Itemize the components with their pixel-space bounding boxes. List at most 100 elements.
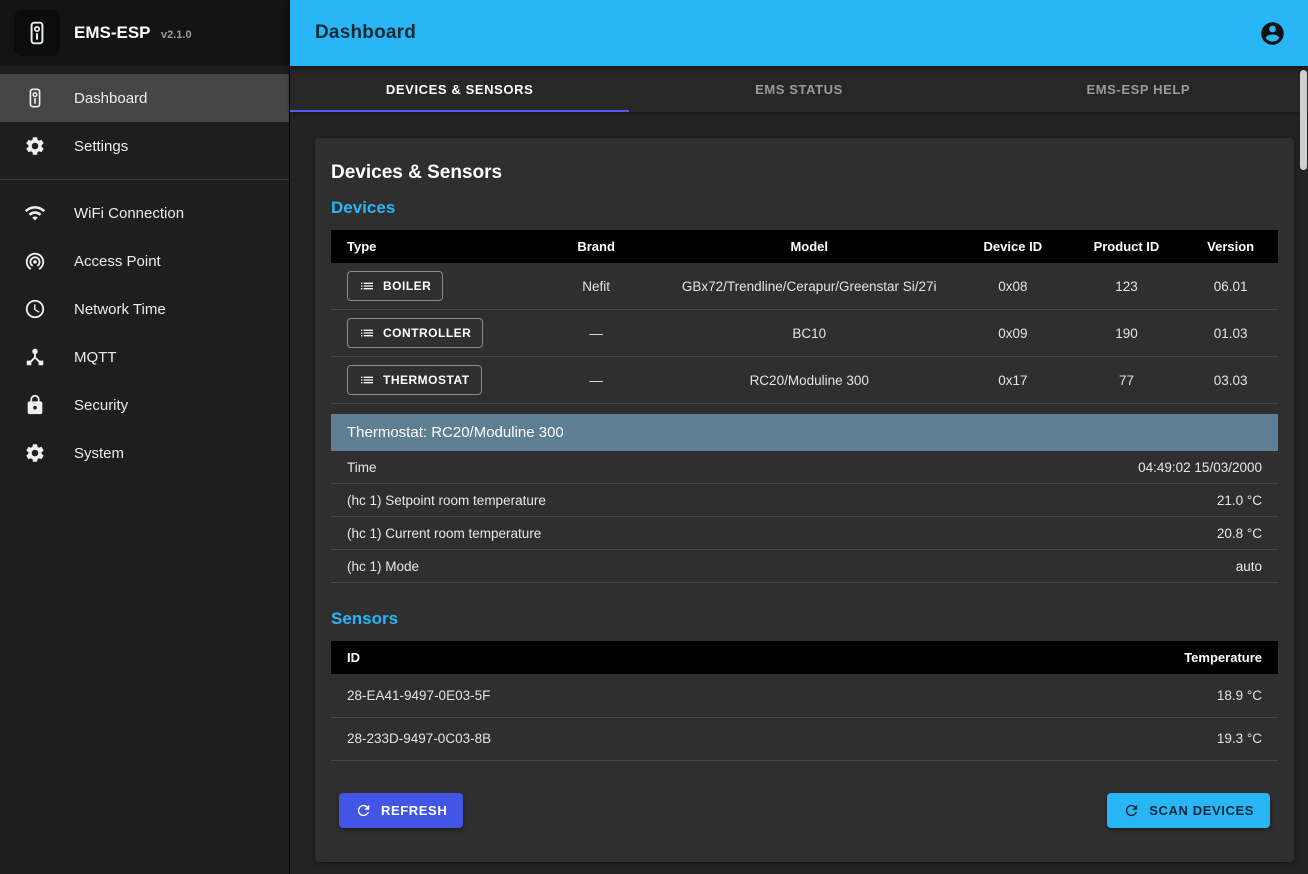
sidebar-item-dashboard[interactable]: Dashboard: [0, 74, 289, 122]
sidebar-item-label: WiFi Connection: [74, 205, 184, 222]
thermostat-button[interactable]: THERMOSTAT: [347, 365, 482, 395]
device-type-label: THERMOSTAT: [383, 373, 470, 387]
list-icon: [359, 372, 375, 388]
card-actions: REFRESH SCAN DEVICES: [331, 793, 1278, 828]
col-brand: Brand: [530, 230, 663, 263]
cell-brand: —: [530, 310, 663, 357]
sidebar-item-security[interactable]: Security: [0, 381, 289, 429]
access-point-icon: [24, 250, 46, 272]
sidebar-item-label: Dashboard: [74, 90, 147, 107]
tab-ems-esp-help[interactable]: EMS-ESP HELP: [969, 66, 1308, 112]
refresh-button-label: REFRESH: [381, 803, 447, 818]
sidebar-item-label: System: [74, 445, 124, 462]
col-sensor-id: ID: [331, 641, 994, 674]
refresh-button[interactable]: REFRESH: [339, 793, 463, 828]
cell-version: 06.01: [1183, 263, 1278, 310]
table-row-thermostat[interactable]: THERMOSTAT — RC20/Moduline 300 0x17 77 0…: [331, 357, 1278, 404]
lock-icon: [24, 394, 46, 416]
detail-row-setpoint: (hc 1) Setpoint room temperature 21.0 °C: [331, 484, 1278, 517]
sensors-section-title: Sensors: [331, 609, 1278, 629]
col-type: Type: [331, 230, 530, 263]
scrollbar-thumb[interactable]: [1300, 70, 1307, 170]
gear-icon: [24, 442, 46, 464]
tab-ems-status[interactable]: EMS STATUS: [629, 66, 968, 112]
sidebar-item-label: Security: [74, 397, 128, 414]
thermostat-detail-list: Time 04:49:02 15/03/2000 (hc 1) Setpoint…: [331, 451, 1278, 583]
cell-brand: Nefit: [530, 263, 663, 310]
col-device-id: Device ID: [956, 230, 1070, 263]
sidebar-item-system[interactable]: System: [0, 429, 289, 477]
cell-product-id: 123: [1070, 263, 1184, 310]
col-version: Version: [1183, 230, 1278, 263]
content-area: Devices & Sensors Devices Type Brand Mod…: [290, 112, 1308, 874]
detail-label: (hc 1) Current room temperature: [347, 526, 541, 541]
sidebar-item-label: Settings: [74, 138, 128, 155]
page-title: Dashboard: [315, 22, 416, 44]
sidebar-item-label: Network Time: [74, 301, 166, 318]
devices-table: Type Brand Model Device ID Product ID Ve…: [331, 230, 1278, 404]
devices-sensors-card: Devices & Sensors Devices Type Brand Mod…: [315, 138, 1294, 862]
sidebar-item-settings[interactable]: Settings: [0, 122, 289, 170]
sensors-table: ID Temperature 28-EA41-9497-0E03-5F 18.9…: [331, 641, 1278, 761]
cell-model: GBx72/Trendline/Cerapur/Greenstar Si/27i: [662, 263, 956, 310]
col-model: Model: [662, 230, 956, 263]
cell-product-id: 77: [1070, 357, 1184, 404]
cell-sensor-id: 28-EA41-9497-0E03-5F: [331, 674, 994, 717]
sensors-table-header: ID Temperature: [331, 641, 1278, 674]
gear-icon: [24, 135, 46, 157]
list-icon: [359, 278, 375, 294]
wifi-icon: [24, 202, 46, 224]
col-product-id: Product ID: [1070, 230, 1184, 263]
devices-table-header: Type Brand Model Device ID Product ID Ve…: [331, 230, 1278, 263]
col-temperature: Temperature: [994, 641, 1278, 674]
detail-label: Time: [347, 460, 377, 475]
app-logo: [14, 10, 60, 56]
sidebar-item-network-time[interactable]: Network Time: [0, 285, 289, 333]
cell-product-id: 190: [1070, 310, 1184, 357]
detail-row-current-temp: (hc 1) Current room temperature 20.8 °C: [331, 517, 1278, 550]
device-gadget-icon: [24, 87, 46, 109]
clock-icon: [24, 298, 46, 320]
sidebar-item-mqtt[interactable]: MQTT: [0, 333, 289, 381]
sidebar-item-wifi-connection[interactable]: WiFi Connection: [0, 189, 289, 237]
card-title: Devices & Sensors: [331, 162, 1278, 184]
table-row-sensor-1: 28-EA41-9497-0E03-5F 18.9 °C: [331, 674, 1278, 717]
table-row-boiler[interactable]: BOILER Nefit GBx72/Trendline/Cerapur/Gre…: [331, 263, 1278, 310]
device-type-label: CONTROLLER: [383, 326, 471, 340]
detail-value: auto: [1236, 559, 1262, 574]
cell-brand: —: [530, 357, 663, 404]
detail-label: (hc 1) Setpoint room temperature: [347, 493, 546, 508]
sidebar-item-label: MQTT: [74, 349, 117, 366]
table-row-sensor-2: 28-233D-9497-0C03-8B 19.3 °C: [331, 717, 1278, 760]
account-circle-icon: [1259, 20, 1286, 47]
boiler-button[interactable]: BOILER: [347, 271, 443, 301]
logo-strip: EMS-ESP v2.1.0: [0, 0, 289, 66]
sidebar-nav: Dashboard Settings WiFi Connection Acces…: [0, 66, 289, 477]
thermostat-detail-banner: Thermostat: RC20/Moduline 300: [331, 414, 1278, 451]
tab-devices-sensors[interactable]: DEVICES & SENSORS: [290, 66, 629, 112]
cell-device-id: 0x17: [956, 357, 1070, 404]
refresh-icon: [355, 802, 372, 819]
detail-row-time: Time 04:49:02 15/03/2000: [331, 451, 1278, 484]
app-title: EMS-ESP: [74, 23, 151, 42]
cell-device-id: 0x08: [956, 263, 1070, 310]
cell-version: 01.03: [1183, 310, 1278, 357]
app-bar: Dashboard: [290, 0, 1308, 66]
scan-devices-button[interactable]: SCAN DEVICES: [1107, 793, 1270, 828]
devices-section-title: Devices: [331, 198, 1278, 218]
tab-bar: DEVICES & SENSORS EMS STATUS EMS-ESP HEL…: [290, 66, 1308, 112]
account-button[interactable]: [1252, 13, 1292, 53]
table-row-controller[interactable]: CONTROLLER — BC10 0x09 190 01.03: [331, 310, 1278, 357]
sidebar-divider: [0, 179, 289, 180]
main-area: Dashboard DEVICES & SENSORS EMS STATUS E…: [290, 0, 1308, 874]
detail-value: 04:49:02 15/03/2000: [1138, 460, 1262, 475]
app-version: v2.1.0: [161, 29, 192, 41]
cell-model: BC10: [662, 310, 956, 357]
controller-button[interactable]: CONTROLLER: [347, 318, 483, 348]
cell-model: RC20/Moduline 300: [662, 357, 956, 404]
app-title-group: EMS-ESP v2.1.0: [74, 23, 192, 43]
sidebar-item-access-point[interactable]: Access Point: [0, 237, 289, 285]
cell-temperature: 19.3 °C: [994, 717, 1278, 760]
detail-label: (hc 1) Mode: [347, 559, 419, 574]
cell-temperature: 18.9 °C: [994, 674, 1278, 717]
